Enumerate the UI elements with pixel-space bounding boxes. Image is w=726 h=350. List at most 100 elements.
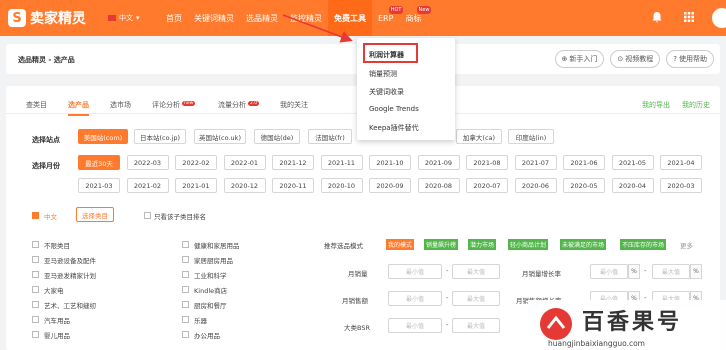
month-chip[interactable]: 2020-03 — [660, 178, 702, 193]
category-checkbox[interactable] — [182, 271, 189, 278]
tab-market[interactable]: 选市场 — [110, 100, 131, 110]
tab-product[interactable]: 选产品 — [68, 100, 89, 116]
my-exports-link[interactable]: 我的导出 — [642, 100, 670, 110]
month-chip[interactable]: 2020-06 — [514, 178, 557, 193]
bsr-min-input[interactable]: 最小值 — [388, 318, 442, 333]
category-checkbox[interactable] — [182, 316, 189, 323]
site-chip-de[interactable]: 德国站(de) — [254, 129, 300, 144]
category-checkbox[interactable] — [32, 271, 39, 278]
site-chip-uk[interactable]: 英国站(co.uk) — [194, 129, 246, 144]
monthly-revenue-min-input[interactable]: 最小值 — [388, 291, 442, 306]
month-chip[interactable]: 2021-04 — [660, 155, 702, 170]
lang-checkbox[interactable] — [32, 212, 39, 219]
month-chip[interactable]: 最近30天 — [78, 155, 120, 170]
range-dash: - — [644, 267, 647, 275]
month-chip[interactable]: 2021-06 — [563, 155, 605, 170]
site-chip-fr[interactable]: 法国站(fr) — [308, 129, 352, 144]
month-chip[interactable]: 2021-09 — [417, 155, 460, 170]
category-checkbox[interactable] — [32, 331, 39, 338]
mode-tag-sales-surge[interactable]: 销量飙升榜 — [424, 239, 459, 250]
month-chip[interactable]: 2022-03 — [126, 155, 169, 170]
month-chip[interactable]: 2021-03 — [78, 178, 120, 193]
menu-item-keyword-index[interactable]: 关键词收录 — [369, 87, 404, 97]
menu-item-google-trends[interactable]: Google Trends — [369, 105, 419, 113]
site-label: 选择站点 — [32, 136, 60, 144]
site-chip-ca[interactable]: 加拿大(ca) — [456, 129, 502, 144]
nav-label: ERP — [378, 13, 394, 23]
more-link[interactable]: 更多 — [680, 240, 693, 250]
help-button[interactable]: ? 使用帮助 — [666, 50, 714, 68]
month-chip[interactable]: 2021-01 — [175, 178, 217, 193]
category-checkbox[interactable] — [182, 301, 189, 308]
month-chip[interactable]: 2020-10 — [320, 178, 363, 193]
category-checkbox[interactable] — [182, 256, 189, 263]
nav-erp[interactable]: ERP HOT — [372, 0, 404, 36]
month-chip[interactable]: 2020-05 — [563, 178, 605, 193]
nav-label: 监控精灵 — [290, 13, 322, 23]
mode-tag-potential[interactable]: 潜力市场 — [468, 239, 497, 250]
mode-tag-unmet[interactable]: 未被满足的市场 — [560, 239, 607, 250]
mode-tag-mine[interactable]: 我的模式 — [386, 239, 415, 250]
tab-my-follows[interactable]: 我的关注 — [280, 100, 308, 110]
only-subcategory-checkbox[interactable] — [144, 212, 151, 219]
month-chip[interactable]: 2020-08 — [417, 178, 460, 193]
nav-trademark[interactable]: 商标 New — [399, 0, 432, 36]
tab-traffic-analysis[interactable]: 流量分析 2.0 — [218, 100, 260, 110]
site-chip-us[interactable]: 美国站(com) — [78, 129, 128, 144]
sales-growth-max-input[interactable]: 最大值 — [652, 264, 690, 279]
month-chip[interactable]: 2020-04 — [611, 178, 654, 193]
nav-label: 关键词精灵 — [194, 13, 234, 23]
nav-free-tools[interactable]: 免费工具 — [328, 0, 372, 36]
video-tutorial-button[interactable]: ⊙ 视频教程 — [610, 50, 661, 68]
category-checkbox[interactable] — [182, 286, 189, 293]
month-chip[interactable]: 2020-12 — [223, 178, 266, 193]
menu-item-sales-forecast[interactable]: 销量预测 — [369, 69, 397, 79]
monthly-revenue-max-input[interactable]: 最大值 — [452, 291, 500, 306]
category-checkbox[interactable] — [32, 316, 39, 323]
nav-keyword-wizard[interactable]: 关键词精灵 — [188, 0, 240, 36]
monthly-sales-min-input[interactable]: 最小值 — [388, 264, 442, 279]
month-chip[interactable]: 2022-02 — [175, 155, 217, 170]
month-chip[interactable]: 2021-12 — [272, 155, 314, 170]
bell-icon[interactable] — [650, 10, 664, 24]
language-selector[interactable]: 中文 ▾ — [108, 13, 140, 23]
site-chip-jp[interactable]: 日本站(co.jp) — [134, 129, 186, 144]
monthly-sales-max-input[interactable]: 最大值 — [452, 264, 500, 279]
month-chip[interactable]: 2020-07 — [466, 178, 508, 193]
bsr-max-input[interactable]: 最大值 — [452, 318, 500, 333]
category-checkbox[interactable] — [32, 241, 39, 248]
site-chip-in[interactable]: 印度站(in) — [508, 129, 554, 144]
category-checkbox[interactable] — [182, 241, 189, 248]
tab-label: 选产品 — [68, 101, 89, 109]
mode-tag-no-stock[interactable]: 不压库存的市场 — [620, 239, 667, 250]
mode-tag-light-small[interactable]: 轻小商品计划 — [508, 239, 549, 250]
category-checkbox[interactable] — [32, 256, 39, 263]
chevron-down-icon: ▾ — [136, 14, 140, 22]
logo[interactable]: S 卖家精灵 — [8, 8, 86, 28]
month-chip[interactable]: 2021-11 — [320, 155, 363, 170]
month-chip[interactable]: 2021-10 — [369, 155, 411, 170]
tab-category[interactable]: 查类目 — [26, 100, 47, 110]
nav-monitor-wizard[interactable]: 监控精灵 — [284, 0, 328, 36]
beginner-guide-button[interactable]: ⊕ 新手入门 — [554, 50, 605, 68]
month-chip[interactable]: 2020-11 — [272, 178, 314, 193]
nav-product-wizard[interactable]: 选品精灵 — [240, 0, 284, 36]
sales-growth-min-input[interactable]: 最小值 — [590, 264, 628, 279]
month-chip[interactable]: 2021-08 — [466, 155, 508, 170]
my-history-link[interactable]: 我的历史 — [682, 100, 710, 110]
category-checkbox[interactable] — [182, 331, 189, 338]
month-chip[interactable]: 2021-07 — [514, 155, 557, 170]
apps-grid-icon[interactable] — [682, 10, 696, 24]
avatar[interactable] — [712, 8, 726, 28]
month-chip[interactable]: 2021-02 — [126, 178, 169, 193]
menu-item-keepa-alternative[interactable]: Keepa插件替代 — [369, 123, 419, 133]
nav-home[interactable]: 首页 — [160, 0, 188, 36]
month-chip[interactable]: 2020-09 — [369, 178, 411, 193]
tab-review-analysis[interactable]: 评论分析 new — [152, 100, 196, 110]
month-chip[interactable]: 2021-05 — [611, 155, 654, 170]
category-checkbox[interactable] — [32, 301, 39, 308]
select-category-button[interactable]: 选择类目 — [76, 207, 114, 222]
month-chip[interactable]: 2022-01 — [223, 155, 266, 170]
month-label: 选择月份 — [32, 162, 60, 170]
category-checkbox[interactable] — [32, 286, 39, 293]
